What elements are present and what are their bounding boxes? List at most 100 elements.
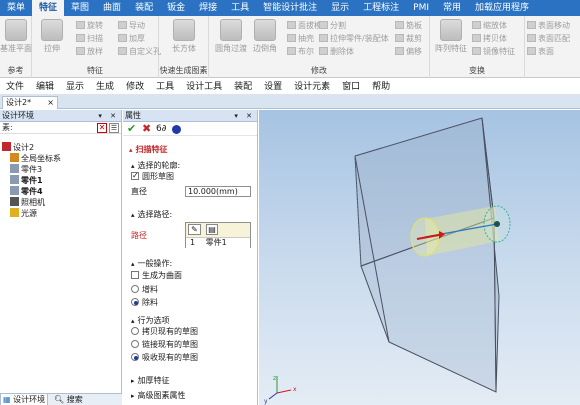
- path-list-icon[interactable]: ▤: [206, 224, 218, 235]
- axis-triad: z x y: [264, 375, 297, 405]
- delete-body-icon: [319, 47, 328, 55]
- ribbon-tab[interactable]: 菜单: [0, 0, 32, 16]
- ribbon-tab[interactable]: PMI: [406, 0, 436, 16]
- menu-item[interactable]: 设计工具: [180, 79, 228, 94]
- radio-icon: [131, 340, 139, 348]
- menu-item[interactable]: 修改: [120, 79, 150, 94]
- tree-item-camera[interactable]: 照相机: [10, 197, 45, 208]
- help-icon[interactable]: [172, 125, 181, 134]
- tree-item-global-coords[interactable]: 全局坐标系: [10, 153, 61, 164]
- extrude-part-button[interactable]: 拉伸零件/装配体: [319, 33, 389, 44]
- ribbon-group-feature: 拉伸 旋转 扫描 放样 导动 加厚 自定义孔 特征: [32, 16, 161, 78]
- path-row[interactable]: 1 零件1: [186, 237, 250, 248]
- scale-body-button[interactable]: 缩放体: [472, 20, 507, 31]
- tree-item-part3[interactable]: 零件3: [10, 164, 42, 175]
- circle-sketch-checkbox[interactable]: 圆形草图: [131, 170, 174, 183]
- menu-item[interactable]: 生成: [90, 79, 120, 94]
- ribbon-tab[interactable]: 常用: [436, 0, 468, 16]
- tree-item-part4[interactable]: 零件4: [10, 186, 43, 197]
- tab-design-environment[interactable]: ▦ 设计环境: [0, 394, 49, 405]
- path-box[interactable]: ✎ ▤ 1 零件1: [185, 222, 251, 248]
- menu-item[interactable]: 文件: [0, 79, 30, 94]
- clear-icon[interactable]: ✕: [97, 123, 107, 133]
- close-icon[interactable]: ×: [47, 97, 54, 109]
- custom-hole-button[interactable]: 自定义孔: [118, 46, 161, 57]
- list-icon[interactable]: ☰: [109, 123, 119, 133]
- sweep-button[interactable]: 扫描: [76, 33, 103, 44]
- ribbon-tab[interactable]: 焊接: [192, 0, 224, 16]
- mirror-feature-button[interactable]: 镜像特征: [472, 46, 515, 57]
- ribbon-tab[interactable]: 工具: [224, 0, 256, 16]
- menu-item[interactable]: 工具: [150, 79, 180, 94]
- remove-material-radio[interactable]: 除料: [131, 297, 158, 309]
- ribbon-tab[interactable]: 曲面: [96, 0, 128, 16]
- revolve-button[interactable]: 旋转: [76, 20, 103, 31]
- menu-item[interactable]: 帮助: [366, 79, 396, 94]
- menu-item[interactable]: 装配: [228, 79, 258, 94]
- ribbon-tab[interactable]: 草图: [64, 0, 96, 16]
- loft-button[interactable]: 放样: [76, 46, 103, 57]
- panel-controls[interactable]: ▾ ✕: [234, 110, 255, 122]
- menu-item[interactable]: 显示: [60, 79, 90, 94]
- chamfer-button[interactable]: 边倒角: [247, 19, 283, 54]
- tab-search[interactable]: 🔍︎ 搜索: [52, 394, 85, 405]
- tree-item-part1[interactable]: 零件1: [10, 175, 43, 186]
- panel-controls[interactable]: ▾ ✕: [98, 110, 119, 122]
- ribbon-tab[interactable]: 钣金: [160, 0, 192, 16]
- cancel-icon[interactable]: ✖: [142, 123, 151, 135]
- copy-sketch-radio[interactable]: 拷贝现有的草图: [131, 326, 198, 338]
- tree-icon: ▦: [3, 395, 11, 404]
- pattern-icon: [440, 19, 462, 41]
- generate-surface-checkbox[interactable]: 生成为曲面: [131, 270, 182, 282]
- thicken-button[interactable]: 加厚: [118, 33, 145, 44]
- ok-icon[interactable]: ✔: [127, 123, 136, 135]
- guide-button[interactable]: 导动: [118, 20, 145, 31]
- boolean-button[interactable]: 布尔: [287, 46, 314, 57]
- 3d-viewport[interactable]: z x y: [259, 110, 580, 405]
- pattern-button[interactable]: 阵列特征: [433, 19, 469, 54]
- radio-icon: [131, 285, 139, 293]
- ribbon-tab[interactable]: 加载应用程序: [468, 0, 536, 16]
- shell-button[interactable]: 抽壳: [287, 33, 314, 44]
- absorb-sketch-radio[interactable]: 吸收现有的草图: [131, 352, 198, 364]
- section-path[interactable]: 选择路径:: [131, 209, 173, 221]
- ribbon-tab[interactable]: 特征: [32, 0, 65, 16]
- face-button[interactable]: 表面: [527, 46, 554, 57]
- menu-item[interactable]: 设计元素: [288, 79, 336, 94]
- preview-icon[interactable]: 6∂: [156, 123, 166, 135]
- menu-item[interactable]: 编辑: [30, 79, 60, 94]
- ribbon-tab[interactable]: 智能设计批注: [256, 0, 324, 16]
- offset-button[interactable]: 偏移: [395, 46, 422, 57]
- loft-icon: [76, 47, 85, 55]
- face-draft-button[interactable]: 面拔模: [287, 20, 322, 31]
- tree-node-icon: [10, 208, 19, 217]
- ribbon-tab[interactable]: 装配: [128, 0, 160, 16]
- ribbon-tab[interactable]: 工程标注: [356, 0, 406, 16]
- diameter-input[interactable]: 10.000(mm): [185, 186, 251, 197]
- section-general[interactable]: 一般操作:: [131, 258, 173, 270]
- trim-button[interactable]: 裁剪: [395, 33, 422, 44]
- tree-item-design[interactable]: 设计2: [2, 142, 34, 153]
- extrude-icon: [41, 19, 63, 41]
- split-button[interactable]: 分割: [319, 20, 346, 31]
- tree-item-light[interactable]: 光源: [10, 208, 37, 219]
- pick-path-icon[interactable]: ✎: [188, 224, 201, 235]
- ribbon-tab[interactable]: 显示: [324, 0, 356, 16]
- section-thicken[interactable]: 加厚特征: [131, 375, 170, 387]
- delete-body-button[interactable]: 删除体: [319, 46, 354, 57]
- fillet-button[interactable]: 圆角过渡: [213, 19, 249, 54]
- rib-button[interactable]: 筋板: [395, 20, 422, 31]
- copy-body-button[interactable]: 拷贝体: [472, 33, 507, 44]
- datum-plane-button[interactable]: 基准平面: [0, 19, 34, 54]
- link-sketch-radio[interactable]: 链接现有的草图: [131, 339, 198, 351]
- chamfer-icon: [254, 19, 276, 41]
- document-tab[interactable]: 设计2* ×: [2, 96, 58, 109]
- section-advanced[interactable]: 高级图素属性: [131, 390, 186, 402]
- face-move-button[interactable]: 表面移动: [527, 20, 570, 31]
- menu-item[interactable]: 设置: [258, 79, 288, 94]
- add-material-radio[interactable]: 增料: [131, 284, 158, 296]
- face-match-button[interactable]: 表面匹配: [527, 33, 570, 44]
- extrude-button[interactable]: 拉伸: [34, 19, 70, 54]
- menu-item[interactable]: 窗口: [336, 79, 366, 94]
- box-button[interactable]: 长方体: [166, 19, 202, 54]
